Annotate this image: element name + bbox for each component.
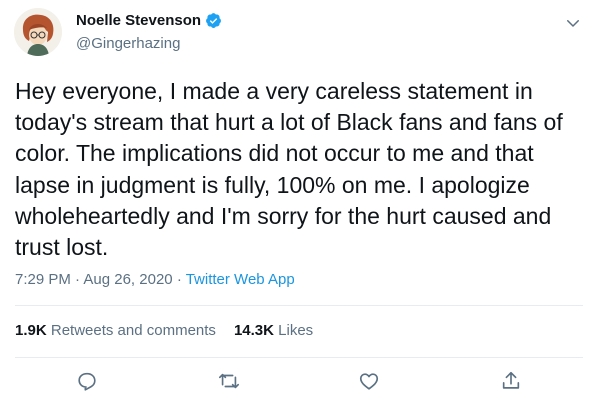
likes-label: Likes bbox=[278, 322, 314, 339]
tweet-time[interactable]: 7:29 PM bbox=[15, 271, 71, 288]
retweets-count: 1.9K bbox=[15, 322, 47, 339]
retweet-button[interactable] bbox=[218, 370, 242, 394]
reply-icon bbox=[78, 372, 96, 391]
author-name-row[interactable]: Noelle Stevenson bbox=[76, 12, 222, 29]
tweet-date[interactable]: Aug 26, 2020 bbox=[83, 271, 172, 288]
tweet-metadata: 7:29 PM · Aug 26, 2020 · Twitter Web App bbox=[15, 271, 295, 288]
author-handle[interactable]: @Gingerhazing bbox=[76, 35, 180, 52]
avatar[interactable] bbox=[14, 8, 62, 56]
retweet-icon bbox=[219, 373, 239, 389]
engagement-stats: 1.9K Retweets and comments 14.3K Likes bbox=[15, 322, 313, 339]
author-name[interactable]: Noelle Stevenson bbox=[76, 12, 201, 29]
tweet-text: Hey everyone, I made a very careless sta… bbox=[15, 78, 570, 261]
share-button[interactable] bbox=[500, 370, 524, 394]
action-bar bbox=[0, 366, 598, 396]
retweets-stat[interactable]: 1.9K Retweets and comments bbox=[15, 322, 216, 339]
verified-badge-icon bbox=[205, 12, 222, 29]
likes-stat[interactable]: 14.3K Likes bbox=[234, 322, 313, 339]
like-button[interactable] bbox=[358, 370, 382, 394]
share-icon bbox=[502, 371, 520, 389]
chevron-down-icon[interactable] bbox=[564, 14, 582, 32]
retweets-label: Retweets and comments bbox=[50, 322, 216, 339]
tweet: Noelle Stevenson @Gingerhazing Hey every… bbox=[0, 0, 598, 404]
divider bbox=[15, 357, 583, 358]
meta-separator: · bbox=[176, 271, 182, 288]
meta-separator: · bbox=[75, 271, 81, 288]
divider bbox=[15, 305, 583, 306]
likes-count: 14.3K bbox=[233, 322, 274, 339]
tweet-source-link[interactable]: Twitter Web App bbox=[186, 271, 295, 288]
heart-icon bbox=[359, 373, 379, 390]
reply-button[interactable] bbox=[76, 370, 100, 394]
